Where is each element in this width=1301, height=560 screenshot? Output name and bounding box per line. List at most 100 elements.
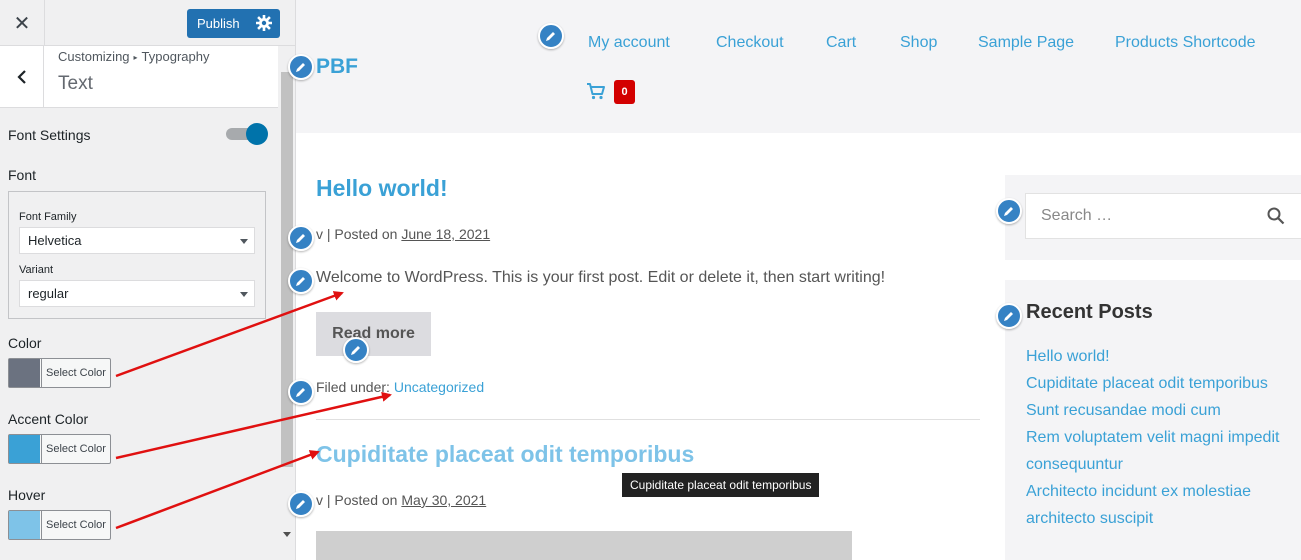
breadcrumb: Customizing ▸ Typography xyxy=(58,49,209,64)
chevron-left-icon xyxy=(16,70,26,84)
pencil-icon xyxy=(296,500,305,509)
customizer-panel: ✕ Publish Customizing ▸ Typography Text … xyxy=(0,0,296,560)
post-meta: v | Posted on June 18, 2021 xyxy=(316,226,490,242)
variant-value: regular xyxy=(28,286,69,301)
font-settings-label: Font Settings xyxy=(8,127,91,143)
nav-checkout[interactable]: Checkout xyxy=(716,34,784,52)
panel-scrollbar[interactable] xyxy=(280,46,294,560)
back-button[interactable] xyxy=(0,46,44,108)
edit-shortcut-nav[interactable] xyxy=(538,23,564,49)
section-header: Customizing ▸ Typography Text xyxy=(0,46,278,108)
site-header xyxy=(296,0,1301,133)
breadcrumb-separator: ▸ xyxy=(133,53,138,62)
category-link[interactable]: Uncategorized xyxy=(394,379,484,395)
posted-on-label: | Posted on xyxy=(326,492,398,508)
section-title: Text xyxy=(58,73,93,94)
recent-post-link[interactable]: architecto suscipit xyxy=(1026,510,1153,528)
recent-post-link[interactable]: Rem voluptatem velit magni impedit xyxy=(1026,429,1279,447)
post-meta: v | Posted on May 30, 2021 xyxy=(316,492,486,508)
site-logo[interactable]: PBF xyxy=(316,55,358,79)
variant-select[interactable]: regular xyxy=(19,280,255,307)
pencil-icon xyxy=(296,388,305,397)
pencil-icon xyxy=(1004,312,1013,321)
font-family-label: Font Family xyxy=(19,211,77,223)
close-customizer-button[interactable]: ✕ xyxy=(0,0,45,46)
customizer-topbar: ✕ Publish xyxy=(0,0,295,46)
pencil-icon xyxy=(296,234,305,243)
edit-shortcut-excerpt[interactable] xyxy=(288,268,314,294)
controls-area: Font Settings Font Font Family Helvetica… xyxy=(0,108,278,560)
accent-color-label: Accent Color xyxy=(8,411,89,427)
font-settings-toggle[interactable] xyxy=(226,123,268,145)
accent-color-swatch xyxy=(9,435,40,463)
post-date[interactable]: June 18, 2021 xyxy=(401,226,490,242)
recent-post-link[interactable]: Sunt recusandae modi cum xyxy=(1026,402,1221,420)
post-featured-image[interactable] xyxy=(316,531,852,560)
toggle-knob xyxy=(246,123,268,145)
hover-color-swatch xyxy=(9,511,40,539)
scroll-down-arrow-icon[interactable] xyxy=(283,532,291,537)
cart-icon[interactable] xyxy=(586,81,606,101)
pencil-icon xyxy=(546,32,555,41)
hover-color-label: Hover xyxy=(8,487,46,503)
pencil-icon xyxy=(296,63,305,72)
font-label: Font xyxy=(8,167,37,183)
search-icon[interactable] xyxy=(1267,207,1285,225)
font-control-box: Font Family Helvetica Variant regular xyxy=(8,191,266,319)
pencil-icon xyxy=(1004,207,1013,216)
breadcrumb-root: Customizing xyxy=(58,49,130,64)
accent-color-picker-button[interactable]: Select Color xyxy=(8,434,111,464)
select-color-label: Select Color xyxy=(41,435,110,463)
nav-cart[interactable]: Cart xyxy=(826,34,856,52)
scrollbar-thumb[interactable] xyxy=(281,72,293,467)
post-title-hello-world[interactable]: Hello world! xyxy=(316,175,448,202)
read-more-button[interactable]: Read more xyxy=(316,312,431,356)
post-title-cupiditate[interactable]: Cupiditate placeat odit temporibus xyxy=(316,441,694,468)
variant-label: Variant xyxy=(19,264,54,276)
nav-my-account[interactable]: My account xyxy=(588,34,670,52)
font-family-select[interactable]: Helvetica xyxy=(19,227,255,254)
color-swatch xyxy=(9,359,40,387)
recent-post-link[interactable]: Architecto incidunt ex molestiae xyxy=(1026,483,1251,501)
post-categories: Filed under: Uncategorized xyxy=(316,379,484,395)
filed-under-label: Filed under: xyxy=(316,379,390,395)
close-icon: ✕ xyxy=(13,11,31,35)
edit-shortcut-recent-posts[interactable] xyxy=(996,303,1022,329)
edit-shortcut-read-more[interactable] xyxy=(343,337,369,363)
color-label: Color xyxy=(8,335,42,351)
search-input[interactable]: Search … xyxy=(1025,193,1301,239)
edit-shortcut-logo[interactable] xyxy=(288,54,314,80)
recent-post-link[interactable]: consequuntur xyxy=(1026,456,1123,474)
gear-icon[interactable] xyxy=(256,15,272,31)
publish-label: Publish xyxy=(197,16,240,31)
pencil-icon xyxy=(296,277,305,286)
post-author[interactable]: v xyxy=(316,492,323,508)
select-color-label: Select Color xyxy=(41,511,110,539)
edit-shortcut-post-meta-2[interactable] xyxy=(288,491,314,517)
publish-button[interactable]: Publish xyxy=(187,9,280,38)
post-author[interactable]: v xyxy=(316,226,323,242)
edit-shortcut-post-meta[interactable] xyxy=(288,225,314,251)
pencil-icon xyxy=(351,346,360,355)
nav-sample-page[interactable]: Sample Page xyxy=(978,34,1074,52)
post-excerpt: Welcome to WordPress. This is your first… xyxy=(316,269,886,286)
color-picker-button[interactable]: Select Color xyxy=(8,358,111,388)
post-date[interactable]: May 30, 2021 xyxy=(401,492,486,508)
recent-post-link[interactable]: Cupiditate placeat odit temporibus xyxy=(1026,375,1268,393)
caret-down-icon xyxy=(240,239,248,244)
edit-shortcut-search[interactable] xyxy=(996,198,1022,224)
title-tooltip: Cupiditate placeat odit temporibus xyxy=(622,473,820,497)
select-color-label: Select Color xyxy=(41,359,110,387)
recent-post-link[interactable]: Hello world! xyxy=(1026,348,1110,366)
cart-count-badge: 0 xyxy=(614,80,635,104)
font-family-value: Helvetica xyxy=(28,233,82,248)
recent-posts-title: Recent Posts xyxy=(1026,301,1153,323)
nav-products-shortcode[interactable]: Products Shortcode xyxy=(1115,34,1256,52)
posted-on-label: | Posted on xyxy=(326,226,398,242)
post-divider xyxy=(316,419,980,420)
caret-down-icon xyxy=(240,292,248,297)
edit-shortcut-filed[interactable] xyxy=(288,379,314,405)
breadcrumb-section: Typography xyxy=(141,49,210,64)
nav-shop[interactable]: Shop xyxy=(900,34,937,52)
hover-color-picker-button[interactable]: Select Color xyxy=(8,510,111,540)
